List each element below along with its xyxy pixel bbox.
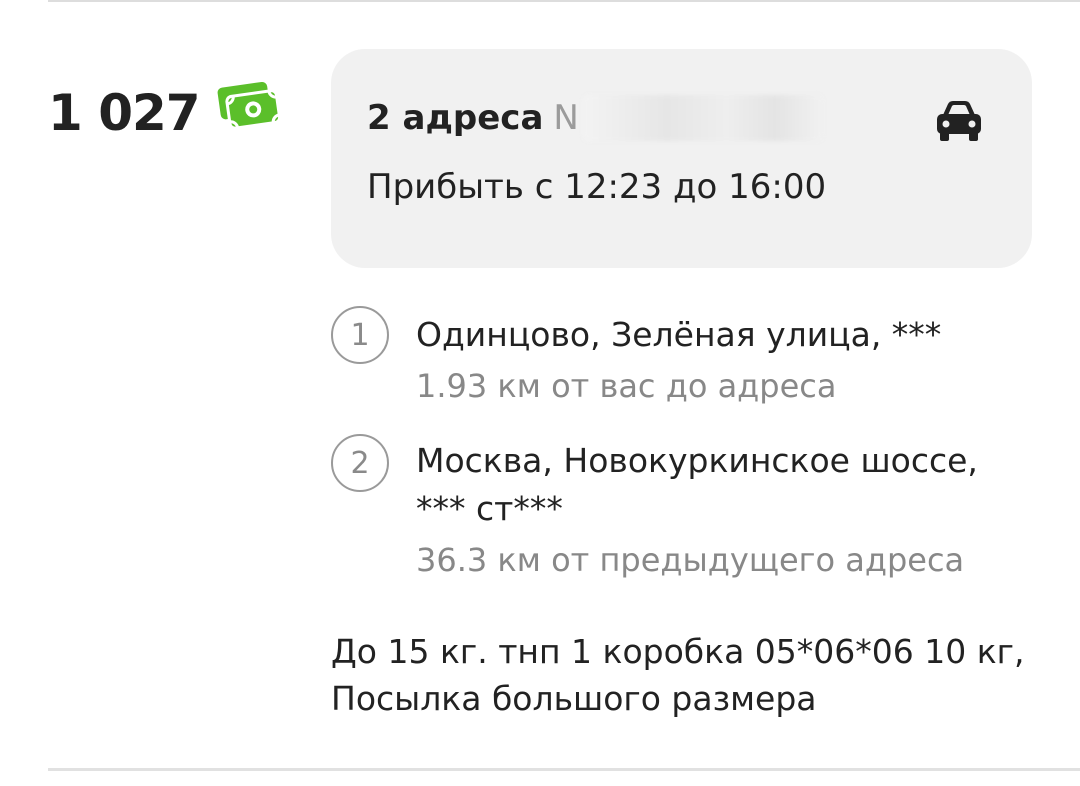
top-divider bbox=[48, 0, 1080, 2]
address-number-badge: 2 bbox=[331, 434, 389, 492]
price-amount: 1 027 bbox=[48, 84, 201, 142]
address-number-badge: 1 bbox=[331, 306, 389, 364]
addresses-count-title: 2 адреса bbox=[367, 98, 544, 138]
cash-icon bbox=[217, 81, 281, 130]
cargo-line: До 15 кг. тнп 1 коробка 05*06*06 10 кг, bbox=[331, 632, 1025, 671]
cargo-line: Посылка большого размера bbox=[331, 679, 817, 718]
order-price: 1 027 bbox=[48, 80, 282, 146]
order-number-prefix: N bbox=[553, 98, 579, 138]
order-summary-card[interactable]: 2 адреса N Прибыть с 12:23 до 16:00 bbox=[331, 49, 1032, 268]
address-distance: 36.3 км от предыдущего адреса bbox=[416, 541, 965, 579]
redacted-order-number bbox=[582, 95, 823, 141]
bottom-divider bbox=[48, 768, 1080, 771]
car-icon bbox=[937, 101, 981, 141]
card-title-row: 2 адреса N bbox=[367, 95, 823, 141]
address-distance: 1.93 км от вас до адреса bbox=[416, 367, 837, 405]
arrival-window: Прибыть с 12:23 до 16:00 bbox=[367, 167, 827, 207]
address-text-continued: *** ст*** bbox=[416, 489, 563, 528]
cargo-description: До 15 кг. тнп 1 коробка 05*06*06 10 кг, … bbox=[331, 628, 1051, 722]
address-text: Одинцово, Зелёная улица, *** bbox=[416, 315, 942, 354]
address-text: Москва, Новокуркинское шоссе, bbox=[416, 441, 978, 480]
